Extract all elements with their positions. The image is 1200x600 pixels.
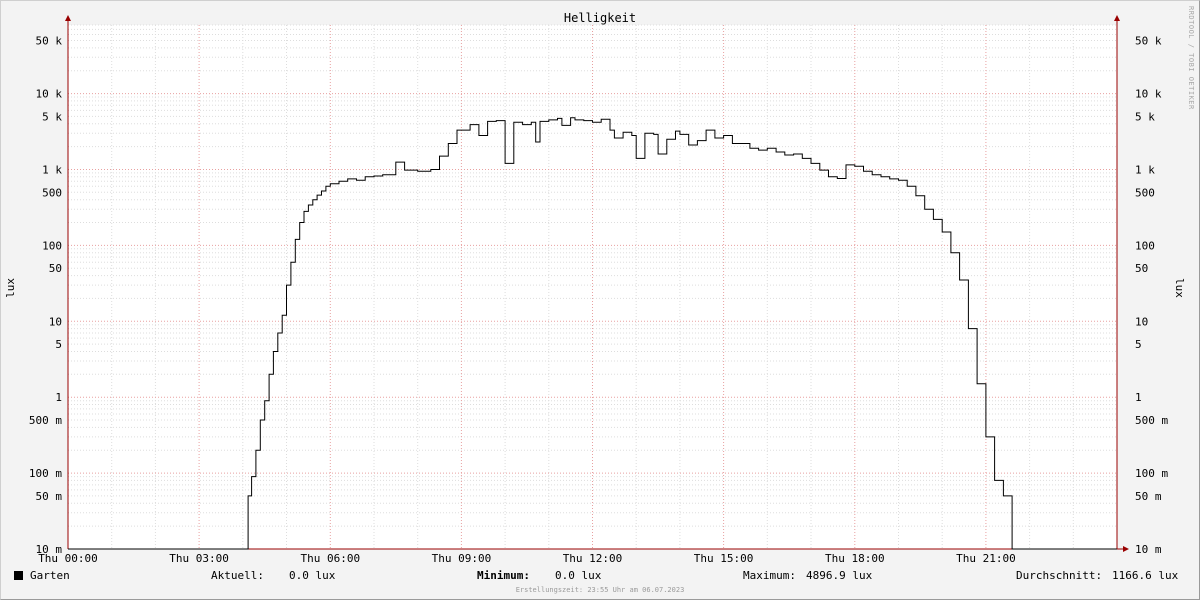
legend-avg-value: 1166.6 lux <box>1112 569 1179 582</box>
y-tick-label-right: 50 m <box>1135 490 1162 503</box>
y-tick-label-right: 50 k <box>1135 35 1162 48</box>
y-tick-label-left: 50 <box>49 262 62 275</box>
x-tick-label: Thu 06:00 <box>300 552 360 565</box>
y-tick-label-right: 500 m <box>1135 414 1168 427</box>
plot-area: 10 m 10 m50 m 50 m100 m 100 m500 m 500 m1 15 5… <box>29 15 1168 565</box>
legend-min-label: Minimum: <box>477 569 530 582</box>
y-axis-arrow-left <box>65 15 71 21</box>
y-tick-label-right: 5 k <box>1135 110 1155 123</box>
y-tick-label-right: 10 m <box>1135 543 1162 556</box>
y-tick-label-left: 500 m <box>29 414 62 427</box>
y-tick-label-left: 5 k <box>42 110 62 123</box>
y-tick-label-left: 50 k <box>36 35 63 48</box>
y-tick-label-right: 1 k <box>1135 164 1155 177</box>
y-tick-label-left: 1 <box>55 391 62 404</box>
x-tick-label: Thu 03:00 <box>169 552 229 565</box>
y-tick-label-right: 1 <box>1135 391 1142 404</box>
y-tick-label-right: 100 m <box>1135 467 1168 480</box>
y-tick-label-right: 100 <box>1135 239 1155 252</box>
x-tick-label: Thu 18:00 <box>825 552 885 565</box>
legend: Garten Aktuell: 0.0 lux Minimum: 0.0 lux… <box>0 569 1200 583</box>
x-tick-label: Thu 00:00 <box>38 552 98 565</box>
creation-timestamp: Erstellungszeit: 23:55 Uhr am 06.07.2023 <box>515 586 685 594</box>
y-tick-label-left: 100 m <box>29 467 62 480</box>
y-tick-label-right: 10 k <box>1135 88 1162 101</box>
y-axis-arrow-right <box>1114 15 1120 21</box>
x-tick-label: Thu 15:00 <box>694 552 754 565</box>
y-tick-label-right: 500 <box>1135 186 1155 199</box>
y-tick-label-left: 500 <box>42 186 62 199</box>
y-tick-label-left: 100 <box>42 239 62 252</box>
legend-swatch-garten <box>14 571 23 580</box>
x-tick-label: Thu 12:00 <box>563 552 623 565</box>
legend-series-name: Garten <box>30 569 70 582</box>
x-tick-label: Thu 09:00 <box>432 552 492 565</box>
legend-max-label: Maximum: <box>743 569 796 582</box>
x-axis-arrow <box>1123 546 1129 552</box>
y-tick-label-right: 10 <box>1135 315 1148 328</box>
y-tick-label-left: 10 <box>49 315 62 328</box>
legend-min-value: 0.0 lux <box>555 569 602 582</box>
y-tick-label-left: 5 <box>55 338 62 351</box>
y-tick-label-left: 50 m <box>36 490 63 503</box>
legend-max-value: 4896.9 lux <box>806 569 873 582</box>
legend-current-value: 0.0 lux <box>289 569 336 582</box>
legend-current-label: Aktuell: <box>211 569 264 582</box>
y-tick-label-right: 50 <box>1135 262 1148 275</box>
x-tick-label: Thu 21:00 <box>956 552 1016 565</box>
y-tick-label-left: 10 k <box>36 88 63 101</box>
y-tick-label-left: 1 k <box>42 164 62 177</box>
legend-avg-label: Durchschnitt: <box>1016 569 1103 582</box>
y-tick-label-right: 5 <box>1135 338 1142 351</box>
